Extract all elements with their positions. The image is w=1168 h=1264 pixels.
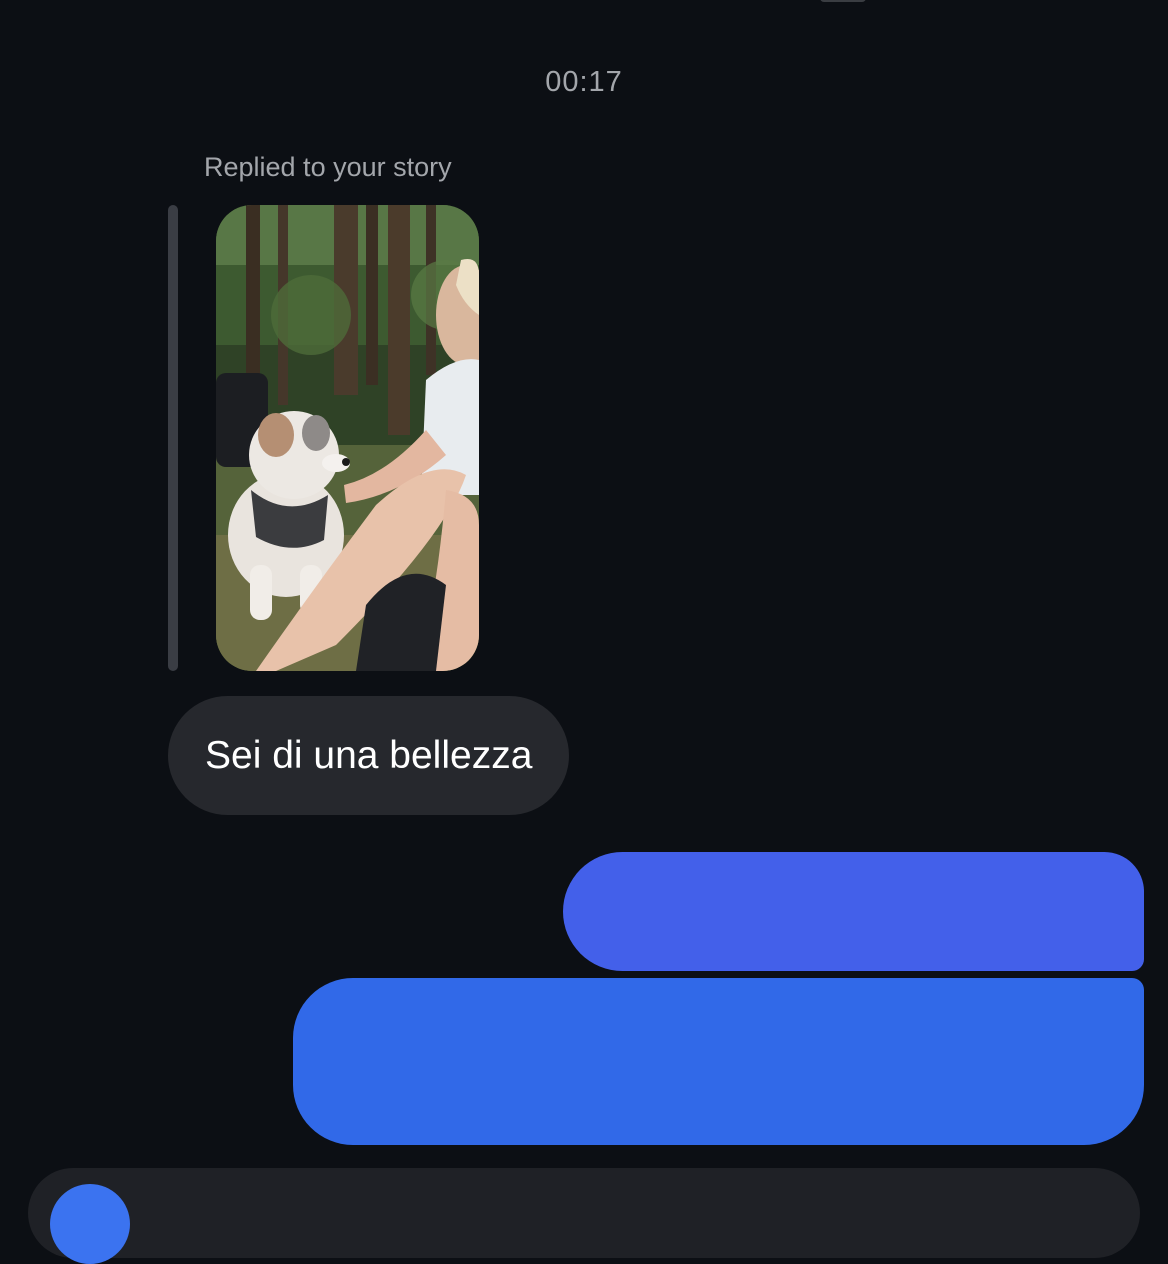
story-reply-bar	[168, 205, 178, 671]
message-composer[interactable]	[28, 1168, 1140, 1258]
sent-message-bubble[interactable]	[293, 978, 1144, 1145]
camera-icon[interactable]	[50, 1184, 130, 1264]
story-photo	[216, 205, 479, 671]
story-thumbnail[interactable]	[216, 205, 479, 671]
message-timestamp: 00:17	[545, 66, 623, 98]
received-message-bubble[interactable]: Sei di una bellezza	[168, 696, 570, 815]
story-reply-label: Replied to your story	[204, 152, 452, 182]
received-message-text: Sei di una bellezza	[205, 733, 533, 777]
sent-message-bubble[interactable]	[563, 852, 1144, 971]
top-notch-handle	[820, 0, 866, 2]
